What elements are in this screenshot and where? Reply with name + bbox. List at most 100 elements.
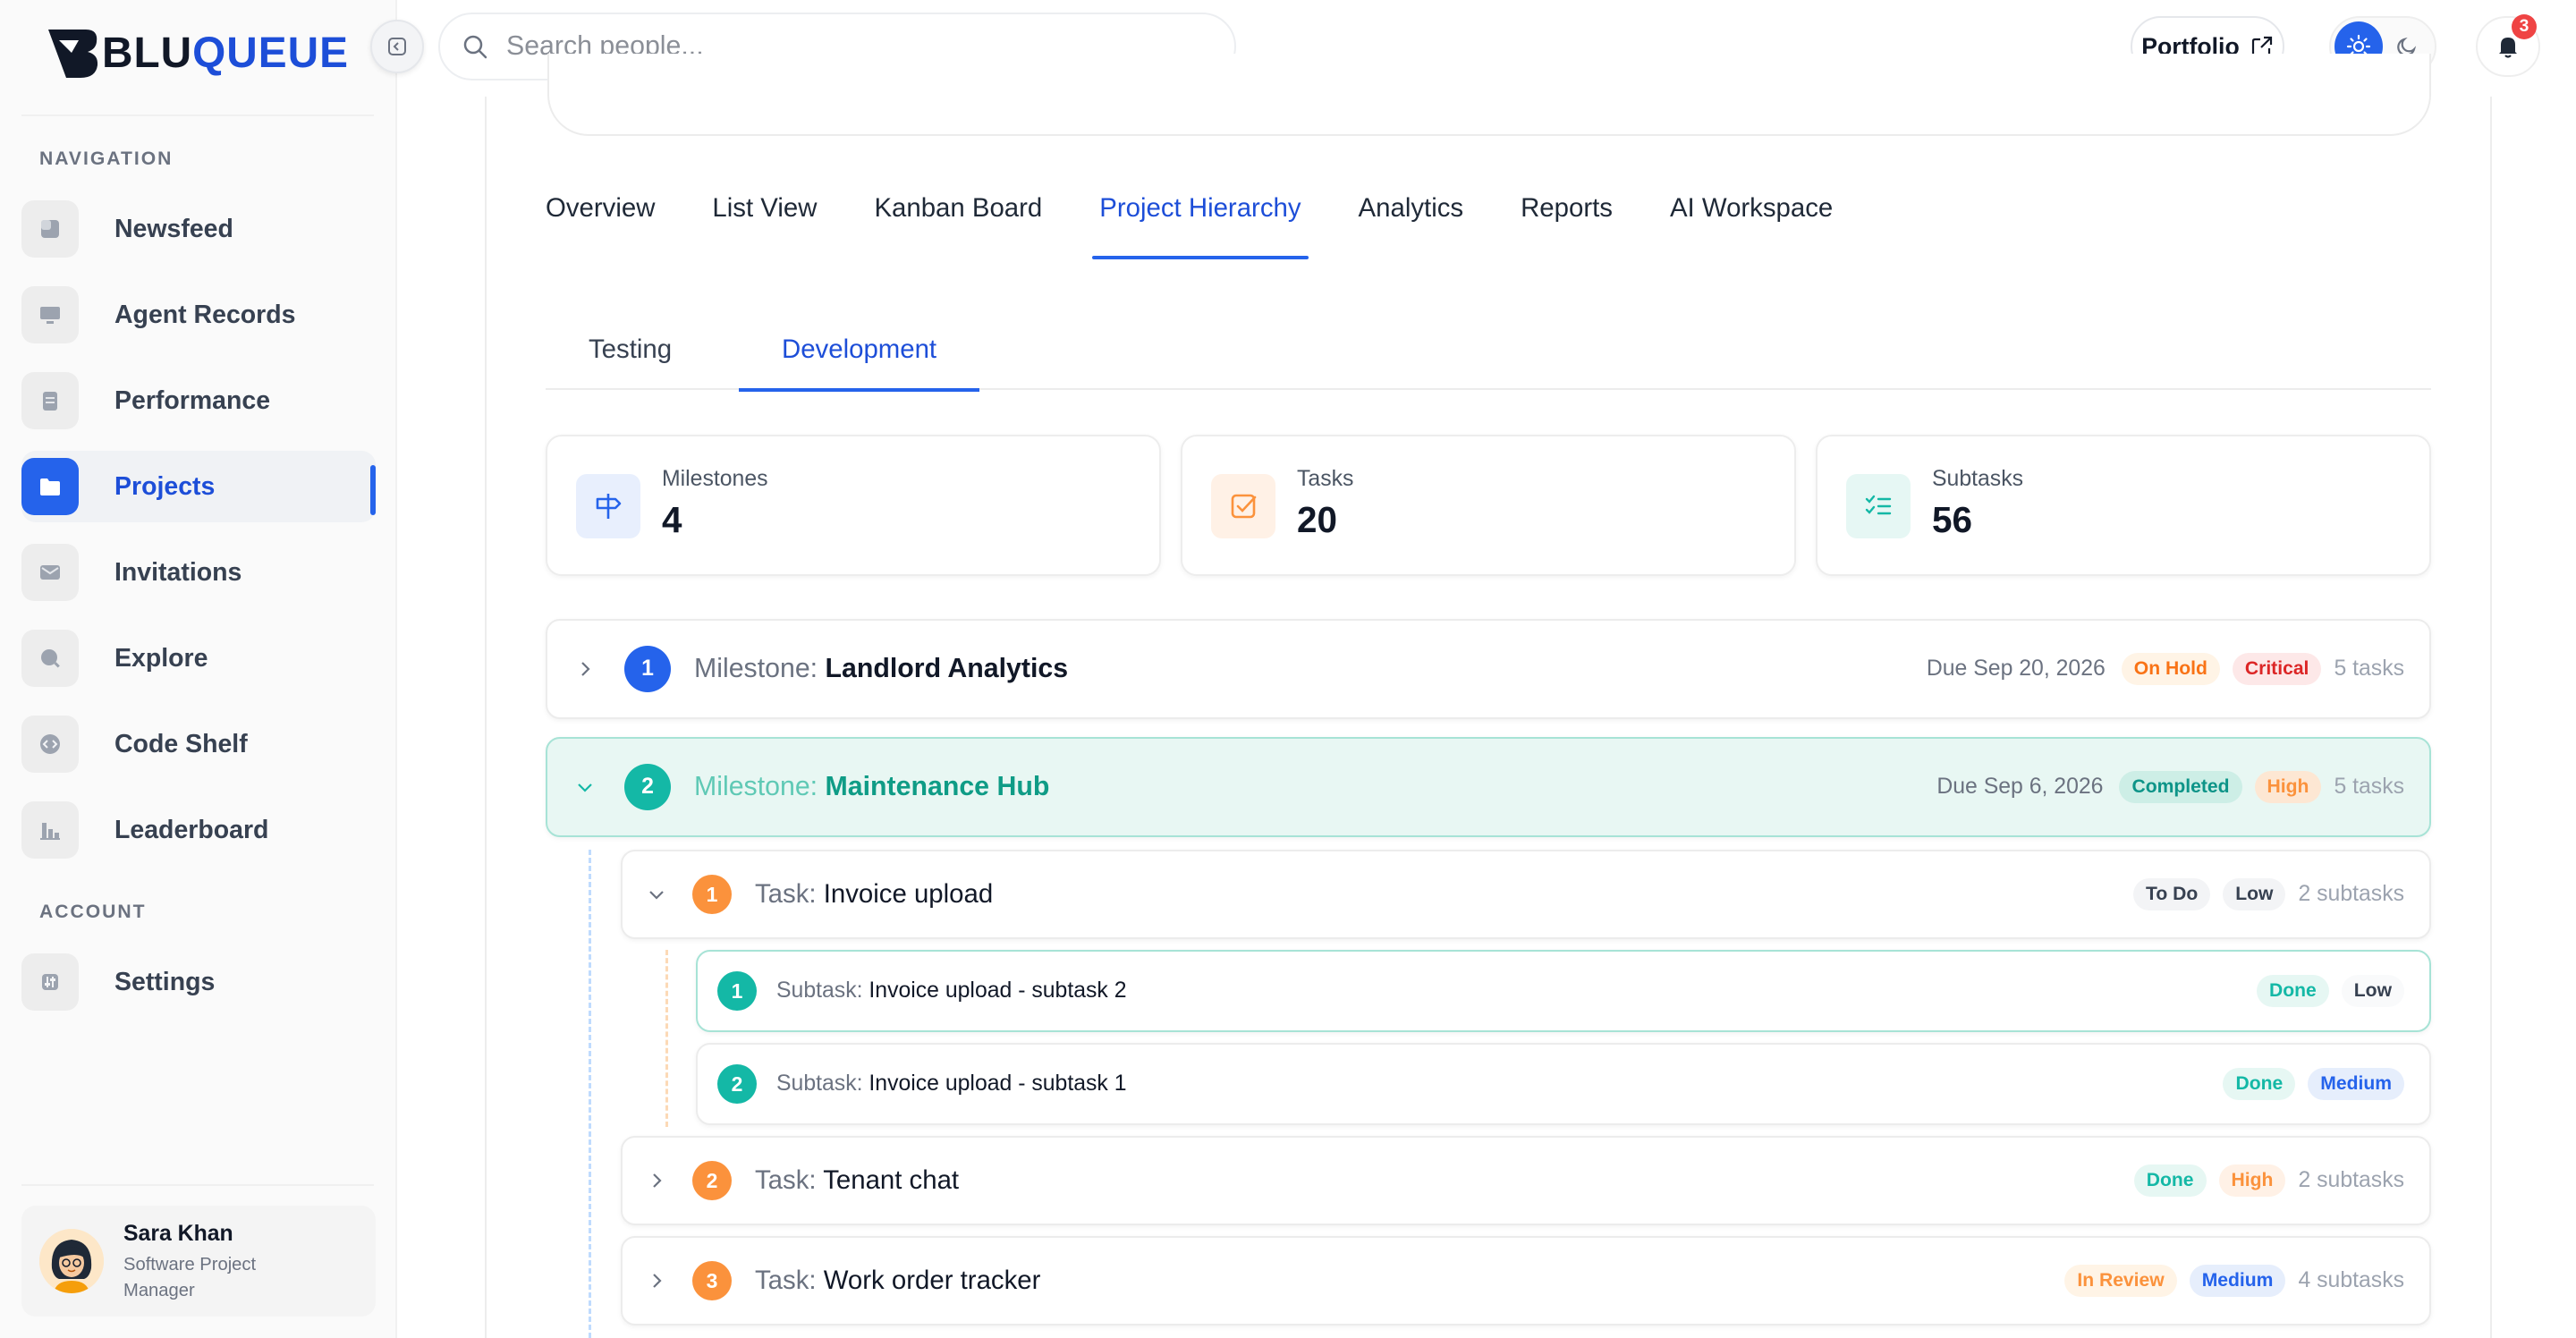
- task-number: 1: [692, 875, 732, 914]
- task-title: Task: Invoice upload: [755, 879, 994, 909]
- sidebar-item-agent-records[interactable]: Agent Records: [21, 279, 376, 351]
- sidebar-item-label: Settings: [114, 967, 216, 996]
- phase-tabs: Testing Development: [546, 322, 2431, 392]
- status-badge: Completed: [2119, 771, 2242, 803]
- tab-analytics[interactable]: Analytics: [1359, 179, 1464, 259]
- checklist-icon: [1846, 474, 1911, 538]
- chevron-down-icon[interactable]: [646, 884, 667, 905]
- subtask-meta: Done Medium: [2223, 1068, 2404, 1100]
- brand-logo[interactable]: BLUQUEUE: [47, 23, 349, 82]
- milestone-number: 2: [624, 764, 671, 810]
- chevron-right-icon[interactable]: [646, 1270, 667, 1291]
- project-tabs: Overview List View Kanban Board Project …: [546, 179, 1890, 259]
- stat-value: 4: [662, 499, 682, 540]
- logo-text: BLUQUEUE: [102, 29, 349, 77]
- subtask-meta: Done Low: [2257, 975, 2404, 1007]
- subtab-testing[interactable]: Testing: [589, 322, 672, 390]
- task-meta: In Review Medium 4 subtasks: [2064, 1265, 2404, 1297]
- notifications-button[interactable]: 3: [2476, 14, 2540, 77]
- priority-badge: High: [2218, 1164, 2286, 1197]
- tab-reports[interactable]: Reports: [1521, 179, 1613, 259]
- subtask-number: 2: [717, 1064, 757, 1104]
- priority-badge: High: [2254, 771, 2322, 803]
- task-title: Task: Tenant chat: [755, 1165, 960, 1195]
- task-row[interactable]: 2 Task: Tenant chat Done High 2 subtasks: [621, 1136, 2431, 1225]
- milestone-row[interactable]: 1 Milestone: Landlord Analytics Due Sep …: [546, 619, 2431, 719]
- subtab-development[interactable]: Development: [738, 322, 980, 392]
- task-number: 2: [692, 1161, 732, 1200]
- sidebar-item-performance[interactable]: Performance: [21, 365, 376, 436]
- tab-kanban-board[interactable]: Kanban Board: [874, 179, 1042, 259]
- sidebar-divider: [21, 114, 374, 116]
- subtask-title: Subtask: Invoice upload - subtask 1: [776, 1071, 1127, 1096]
- task-number: 3: [692, 1261, 732, 1300]
- tab-ai-workspace[interactable]: AI Workspace: [1670, 179, 1833, 259]
- stat-value: 20: [1297, 499, 1337, 540]
- subtask-count: 4 subtasks: [2298, 1268, 2404, 1292]
- subtask-row[interactable]: 1 Subtask: Invoice upload - subtask 2 Do…: [696, 950, 2431, 1032]
- status-badge: In Review: [2064, 1265, 2177, 1297]
- stat-card-milestones: Milestones 4: [546, 435, 1161, 576]
- signpost-icon: [576, 474, 640, 538]
- notification-count-badge: 3: [2512, 14, 2537, 39]
- chevron-right-icon[interactable]: [646, 1170, 667, 1191]
- sidebar-item-settings[interactable]: Settings: [21, 946, 376, 1018]
- status-badge: Done: [2257, 975, 2329, 1007]
- user-role: Software Project Manager: [123, 1255, 257, 1301]
- status-badge: Done: [2223, 1068, 2296, 1100]
- tab-project-hierarchy[interactable]: Project Hierarchy: [1092, 179, 1309, 259]
- priority-badge: Medium: [2308, 1068, 2404, 1100]
- folder-icon: [21, 458, 79, 515]
- account-section-label: ACCOUNT: [39, 902, 147, 922]
- stat-label: Tasks: [1297, 467, 1354, 491]
- sidebar-item-projects[interactable]: Projects: [21, 451, 376, 522]
- user-profile-card[interactable]: Sara Khan Software Project Manager: [21, 1206, 376, 1317]
- subtask-count: 2 subtasks: [2298, 882, 2404, 906]
- due-date: Due Sep 20, 2026: [1926, 656, 2106, 681]
- sidebar-item-code-shelf[interactable]: Code Shelf: [21, 708, 376, 780]
- sidebar-item-label: Projects: [114, 471, 216, 501]
- priority-badge: Critical: [2232, 653, 2322, 685]
- sidebar-item-label: Performance: [114, 385, 271, 415]
- collapse-icon: [388, 38, 406, 55]
- sidebar-item-invitations[interactable]: Invitations: [21, 537, 376, 608]
- sidebar-item-leaderboard[interactable]: Leaderboard: [21, 794, 376, 866]
- subtask-row[interactable]: 2 Subtask: Invoice upload - subtask 1 Do…: [696, 1043, 2431, 1125]
- project-header-card: [547, 54, 2431, 136]
- task-title: Task: Work order tracker: [755, 1266, 1041, 1295]
- avatar: [39, 1229, 104, 1293]
- sidebar-collapse-button[interactable]: [370, 20, 424, 73]
- milestone-row[interactable]: 2 Milestone: Maintenance Hub Due Sep 6, …: [546, 737, 2431, 837]
- chevron-down-icon[interactable]: [574, 776, 596, 798]
- subtask-count: 2 subtasks: [2298, 1168, 2404, 1192]
- tab-list-view[interactable]: List View: [712, 179, 817, 259]
- sidebar-item-explore[interactable]: Explore: [21, 622, 376, 694]
- status-badge: On Hold: [2121, 653, 2220, 685]
- milestone-title: Milestone: Landlord Analytics: [694, 654, 1069, 683]
- sidebar-item-label: Agent Records: [114, 300, 296, 329]
- sidebar-item-label: Newsfeed: [114, 214, 233, 243]
- task-row[interactable]: 3 Task: Work order tracker In Review Med…: [621, 1236, 2431, 1325]
- subtask-number: 1: [717, 971, 757, 1011]
- sidebar-item-label: Leaderboard: [114, 815, 269, 844]
- code-icon: [21, 716, 79, 773]
- status-badge: To Do: [2133, 878, 2211, 910]
- milestone-meta: Due Sep 6, 2026 Completed High 5 tasks: [1936, 771, 2404, 803]
- stat-card-tasks: Tasks 20: [1181, 435, 1796, 576]
- chevron-right-icon[interactable]: [574, 658, 596, 680]
- priority-badge: Medium: [2189, 1265, 2286, 1297]
- user-divider: [21, 1184, 374, 1186]
- milestone-meta: Due Sep 20, 2026 On Hold Critical 5 task…: [1927, 653, 2404, 685]
- task-row[interactable]: 1 Task: Invoice upload To Do Low 2 subta…: [621, 850, 2431, 939]
- priority-badge: Low: [2341, 975, 2404, 1007]
- logo-mark-icon: [48, 30, 98, 78]
- monitor-icon: [21, 286, 79, 343]
- sidebar-item-newsfeed[interactable]: Newsfeed: [21, 193, 376, 265]
- stat-value: 56: [1932, 499, 1972, 540]
- sliders-icon: [21, 953, 79, 1011]
- subtask-title: Subtask: Invoice upload - subtask 2: [776, 978, 1127, 1003]
- stat-label: Milestones: [662, 467, 768, 491]
- tab-overview[interactable]: Overview: [546, 179, 655, 259]
- sidebar-item-label: Invitations: [114, 557, 242, 587]
- active-indicator: [370, 465, 376, 515]
